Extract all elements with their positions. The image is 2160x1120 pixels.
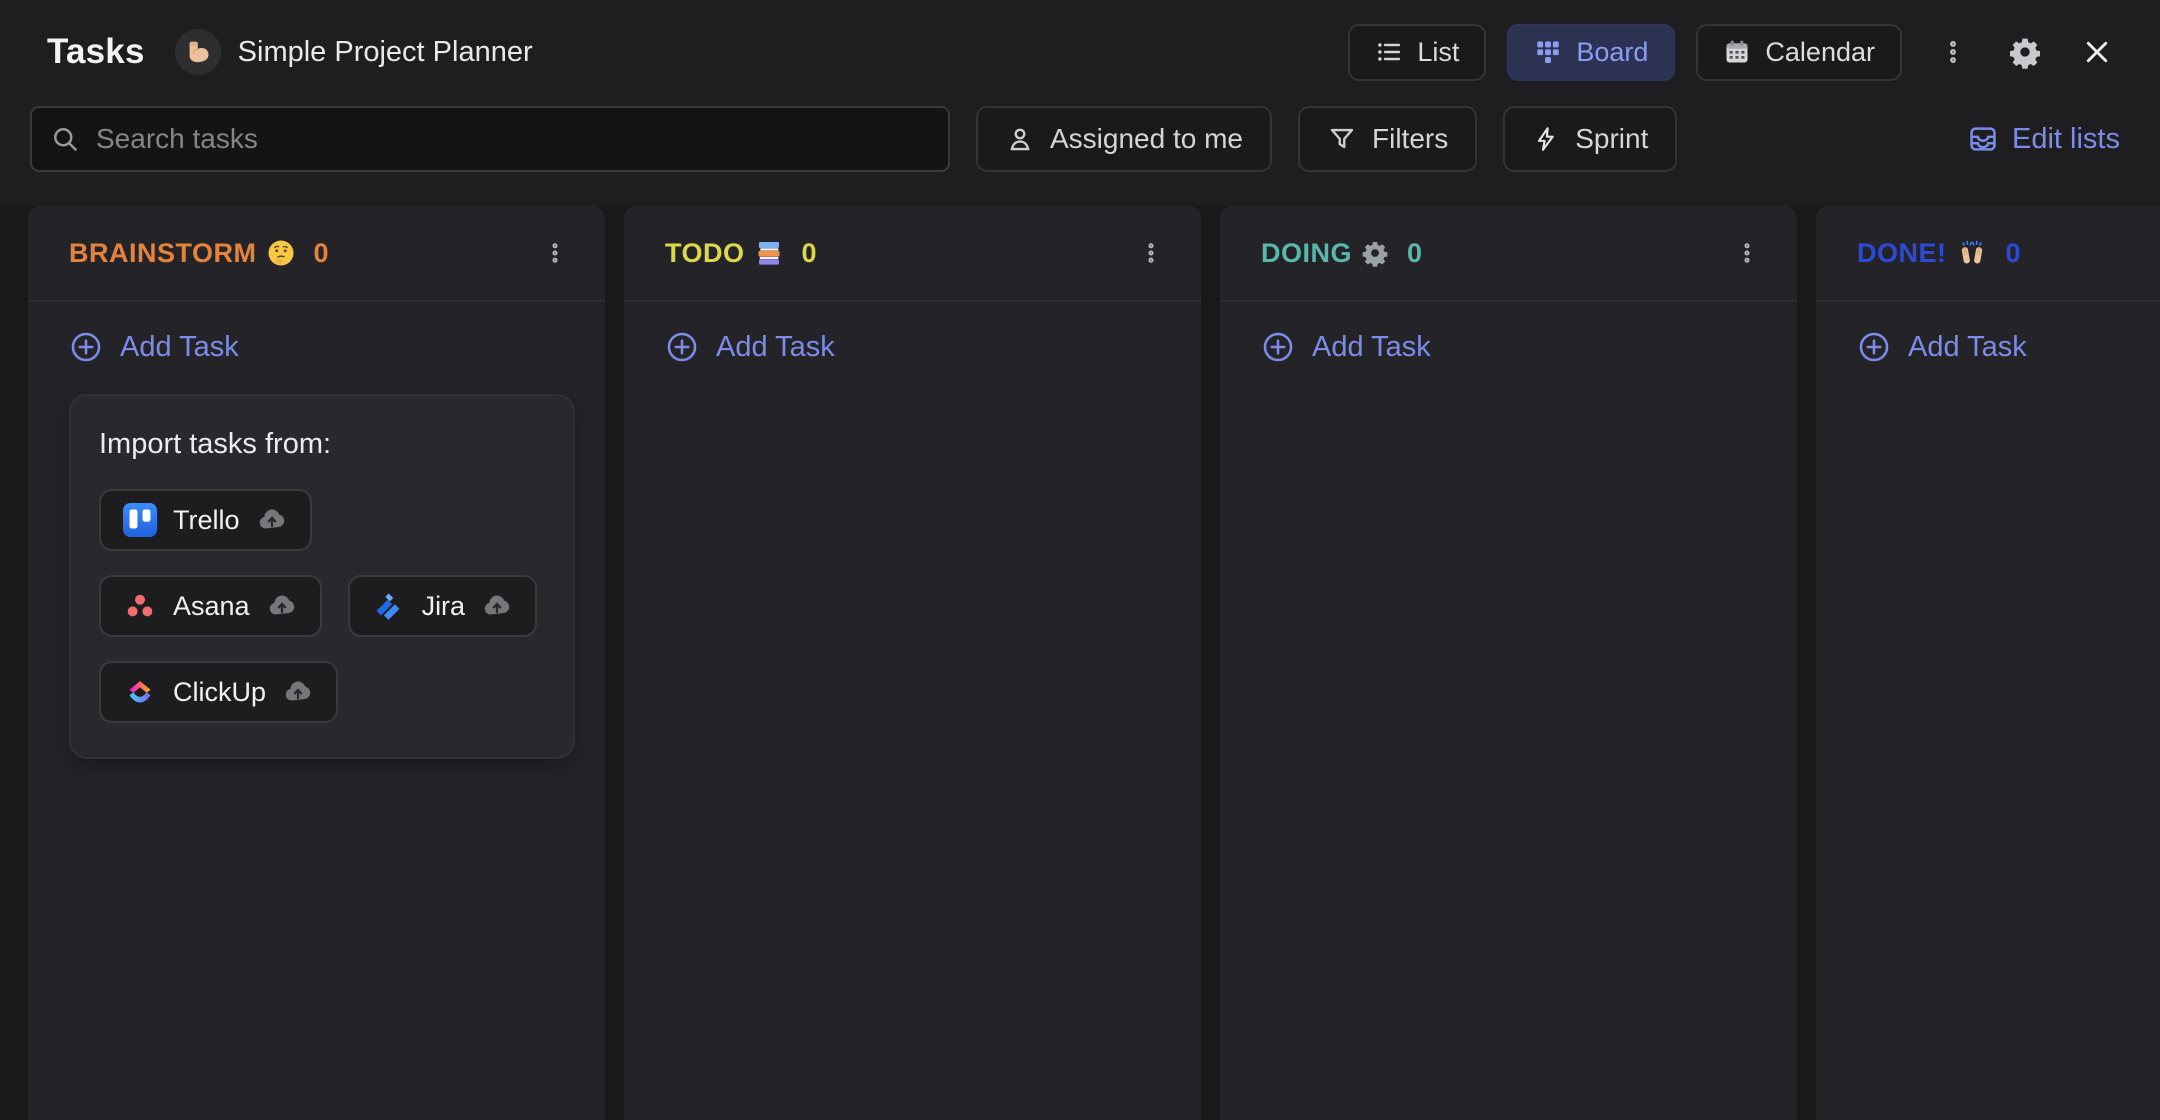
plus-circle-icon <box>1857 330 1891 364</box>
search-input[interactable] <box>94 122 940 156</box>
column-header: BRAINSTORM 0 <box>28 206 605 302</box>
assigned-to-me-button[interactable]: Assigned to me <box>976 106 1272 172</box>
view-tab-board[interactable]: Board <box>1507 24 1675 81</box>
plus-circle-icon <box>665 330 699 364</box>
edit-lists-label: Edit lists <box>2012 123 2120 156</box>
import-sources: Trello <box>99 489 547 723</box>
cloud-upload-icon <box>282 676 314 708</box>
search-icon <box>50 124 80 154</box>
column-body: Add Task <box>1220 302 1797 370</box>
import-asana-button[interactable]: Asana <box>99 575 322 637</box>
column-body: Add Task Import tasks from: <box>28 302 605 759</box>
filters-button[interactable]: Filters <box>1298 106 1477 172</box>
calendar-icon <box>1723 38 1751 66</box>
list-icon <box>1375 38 1403 66</box>
add-task-label: Add Task <box>1908 331 2027 364</box>
import-asana-label: Asana <box>173 591 250 622</box>
add-task-button[interactable]: Add Task <box>69 324 239 370</box>
column-count: 0 <box>2006 238 2021 269</box>
window-actions <box>1924 23 2126 81</box>
raising-hands-emoji <box>1956 238 1988 268</box>
person-icon <box>1005 124 1035 154</box>
plus-circle-icon <box>69 330 103 364</box>
view-tab-calendar-label: Calendar <box>1765 37 1875 68</box>
board-icon <box>1534 38 1562 66</box>
add-task-button[interactable]: Add Task <box>1857 324 2027 370</box>
column-body: Add Task <box>624 302 1201 370</box>
column-brainstorm: BRAINSTORM 0 <box>28 206 605 1120</box>
import-tasks-card: Import tasks from: <box>69 394 575 759</box>
project-name: Simple Project Planner <box>238 36 533 69</box>
project-info: Simple Project Planner <box>175 29 533 75</box>
column-count: 0 <box>1407 238 1422 269</box>
column-kebab-icon[interactable] <box>533 231 577 275</box>
asana-logo <box>123 589 157 623</box>
column-kebab-icon[interactable] <box>1725 231 1769 275</box>
column-doing: DOING 0 <box>1220 206 1797 1120</box>
column-title: DOING <box>1261 238 1389 269</box>
plus-circle-icon <box>1261 330 1295 364</box>
funnel-icon <box>1327 124 1357 154</box>
edit-lists-button[interactable]: Edit lists <box>1961 122 2126 157</box>
column-todo: TODO 0 <box>624 206 1201 1120</box>
filters-label: Filters <box>1372 123 1448 155</box>
add-task-button[interactable]: Add Task <box>665 324 835 370</box>
view-tab-board-label: Board <box>1576 37 1648 68</box>
import-clickup-button[interactable]: ClickUp <box>99 661 338 723</box>
cloud-upload-icon <box>481 590 513 622</box>
books-emoji <box>754 238 784 268</box>
column-kebab-icon[interactable] <box>1129 231 1173 275</box>
project-badge <box>175 29 221 75</box>
import-jira-button[interactable]: Jira <box>348 575 538 637</box>
import-tasks-title: Import tasks from: <box>99 428 547 461</box>
assigned-to-me-label: Assigned to me <box>1050 123 1243 155</box>
top-bar: Tasks Simple Project Planner <box>0 0 2160 104</box>
add-task-label: Add Task <box>1312 331 1431 364</box>
trello-logo <box>123 503 157 537</box>
clickup-logo <box>123 675 157 709</box>
sprint-label: Sprint <box>1575 123 1648 155</box>
page-title: Tasks <box>47 32 145 72</box>
jira-logo <box>372 589 406 623</box>
settings-gear-icon[interactable] <box>1996 23 2054 81</box>
toolbar: Assigned to me Filters Sprint <box>0 104 2160 174</box>
import-trello-button[interactable]: Trello <box>99 489 312 551</box>
flexed-biceps-emoji <box>183 37 213 67</box>
column-title: BRAINSTORM <box>69 238 296 269</box>
import-clickup-label: ClickUp <box>173 677 266 708</box>
thinking-face-emoji <box>266 238 296 268</box>
view-tab-list[interactable]: List <box>1348 24 1486 81</box>
more-options-kebab-icon[interactable] <box>1924 23 1982 81</box>
column-title: DONE! <box>1857 238 1988 269</box>
add-task-label: Add Task <box>120 331 239 364</box>
kanban-board: BRAINSTORM 0 <box>0 206 2160 1120</box>
column-header: TODO 0 <box>624 206 1201 302</box>
task-board-app: Tasks Simple Project Planner <box>0 0 2160 1120</box>
edit-lists-stack-icon <box>1967 123 1999 155</box>
cloud-upload-icon <box>266 590 298 622</box>
search-box[interactable] <box>30 106 950 172</box>
view-switcher: List Board <box>1348 24 1902 81</box>
column-count: 0 <box>802 238 817 269</box>
import-jira-label: Jira <box>422 591 466 622</box>
add-task-button[interactable]: Add Task <box>1261 324 1431 370</box>
column-title: TODO <box>665 238 784 269</box>
sprint-button[interactable]: Sprint <box>1503 106 1677 172</box>
gear-emoji <box>1361 239 1389 267</box>
column-done: DONE! <box>1816 206 2160 1120</box>
view-tab-list-label: List <box>1417 37 1459 68</box>
add-task-label: Add Task <box>716 331 835 364</box>
lightning-bolt-icon <box>1532 125 1560 153</box>
import-trello-label: Trello <box>173 505 240 536</box>
cloud-upload-icon <box>256 504 288 536</box>
close-icon[interactable] <box>2068 23 2126 81</box>
column-header: DOING 0 <box>1220 206 1797 302</box>
column-body: Add Task <box>1816 302 2160 370</box>
view-tab-calendar[interactable]: Calendar <box>1696 24 1902 81</box>
column-count: 0 <box>314 238 329 269</box>
column-header: DONE! <box>1816 206 2160 302</box>
